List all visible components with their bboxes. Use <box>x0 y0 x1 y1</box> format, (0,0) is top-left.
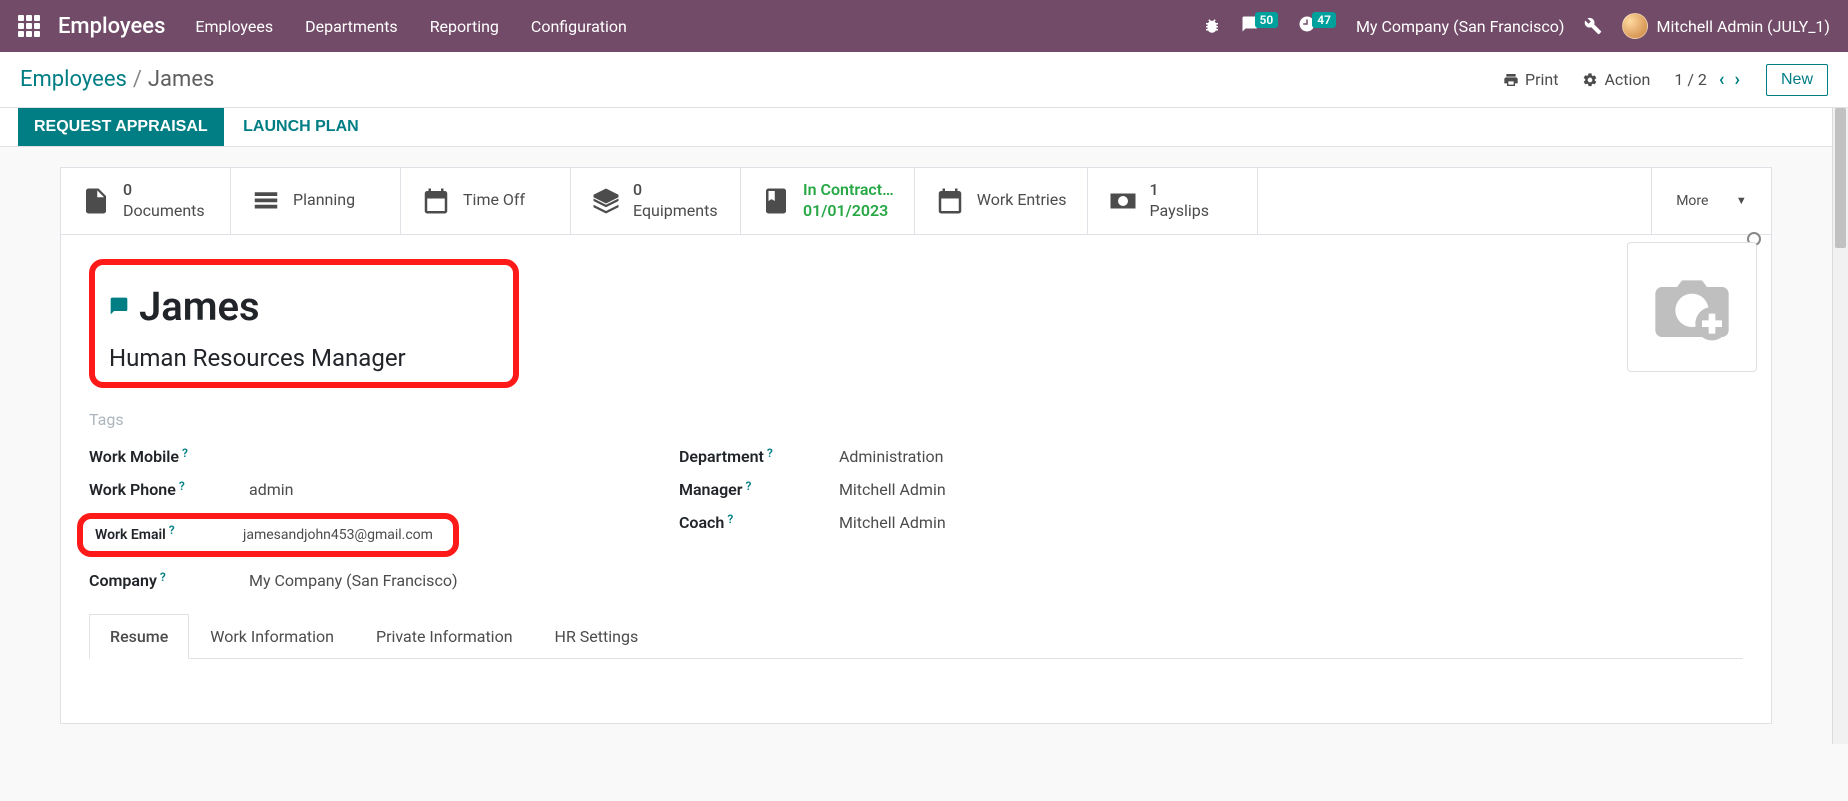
print-button[interactable]: Print <box>1503 70 1558 89</box>
vertical-scrollbar[interactable] <box>1832 108 1848 744</box>
field-coach[interactable]: Mitchell Admin <box>839 513 946 532</box>
pager-value[interactable]: 1 / 2 <box>1674 70 1707 89</box>
help-icon[interactable]: ? <box>169 523 175 537</box>
action-button[interactable]: Action <box>1582 70 1650 89</box>
stat-payslips[interactable]: 1Payslips <box>1088 168 1258 234</box>
label-company: Company <box>89 571 157 590</box>
menu-configuration[interactable]: Configuration <box>531 17 627 36</box>
stat-buttons: 0Documents Planning Time Off 0Equipments… <box>61 168 1771 235</box>
status-bar: REQUEST APPRAISAL LAUNCH PLAN <box>0 108 1832 147</box>
label-department: Department <box>679 447 764 466</box>
tools-icon[interactable] <box>1584 17 1602 35</box>
messages-button[interactable]: 50 <box>1241 15 1279 37</box>
form-tabs: Resume Work Information Private Informat… <box>89 614 1743 659</box>
help-icon[interactable]: ? <box>746 479 752 493</box>
label-work-mobile: Work Mobile <box>89 447 179 466</box>
new-button[interactable]: New <box>1766 64 1828 96</box>
pager-next[interactable]: › <box>1733 69 1742 90</box>
activities-count: 47 <box>1312 12 1336 28</box>
field-work-email[interactable]: jamesandjohn453@gmail.com <box>243 527 433 543</box>
label-work-email: Work Email <box>95 527 166 543</box>
chat-icon[interactable] <box>109 296 129 316</box>
job-title[interactable]: Human Resources Manager <box>109 344 493 372</box>
tab-resume[interactable]: Resume <box>89 614 189 659</box>
tab-private-information[interactable]: Private Information <box>355 614 534 658</box>
label-coach: Coach <box>679 513 724 532</box>
field-department[interactable]: Administration <box>839 447 944 466</box>
company-switcher[interactable]: My Company (San Francisco) <box>1356 17 1565 36</box>
breadcrumb: Employees/James <box>20 67 214 92</box>
pager-prev[interactable]: ‹ <box>1717 69 1727 90</box>
scrollbar-thumb[interactable] <box>1835 108 1846 248</box>
stat-work-entries[interactable]: Work Entries <box>915 168 1088 234</box>
label-work-phone: Work Phone <box>89 480 176 499</box>
stat-documents[interactable]: 0Documents <box>61 168 231 234</box>
field-manager[interactable]: Mitchell Admin <box>839 480 946 499</box>
stat-more[interactable]: More ▼ <box>1651 168 1771 234</box>
launch-plan-button[interactable]: LAUNCH PLAN <box>227 108 375 146</box>
control-panel: Employees/James Print Action 1 / 2 ‹ › Ne… <box>0 52 1848 108</box>
request-appraisal-button[interactable]: REQUEST APPRAISAL <box>18 108 224 146</box>
app-brand[interactable]: Employees <box>58 14 165 39</box>
help-icon[interactable]: ? <box>179 479 185 493</box>
tab-hr-settings[interactable]: HR Settings <box>534 614 660 658</box>
activities-button[interactable]: 47 <box>1298 15 1336 37</box>
employee-photo[interactable] <box>1627 242 1757 372</box>
menu-departments[interactable]: Departments <box>305 17 398 36</box>
highlight-name-title: James Human Resources Manager <box>89 259 519 388</box>
help-icon[interactable]: ? <box>160 570 166 584</box>
form-sheet: 0Documents Planning Time Off 0Equipments… <box>60 167 1772 724</box>
main-menu: Employees Departments Reporting Configur… <box>195 17 626 36</box>
label-manager: Manager <box>679 480 743 499</box>
stat-planning[interactable]: Planning <box>231 168 401 234</box>
messages-count: 50 <box>1255 12 1279 28</box>
employee-name[interactable]: James <box>139 283 260 330</box>
breadcrumb-current: James <box>148 67 214 92</box>
field-company[interactable]: My Company (San Francisco) <box>249 571 458 590</box>
breadcrumb-root[interactable]: Employees <box>20 67 127 92</box>
tags-input[interactable]: Tags <box>89 410 1743 429</box>
top-navbar: Employees Employees Departments Reportin… <box>0 0 1848 52</box>
apps-icon[interactable] <box>18 15 40 37</box>
stat-contract[interactable]: In Contract…01/01/2023 <box>741 168 915 234</box>
stat-equipments[interactable]: 0Equipments <box>571 168 741 234</box>
highlight-work-email: Work Email? jamesandjohn453@gmail.com <box>77 513 459 557</box>
pager: 1 / 2 ‹ › <box>1674 69 1742 90</box>
help-icon[interactable]: ? <box>182 446 188 460</box>
tab-work-information[interactable]: Work Information <box>189 614 355 658</box>
menu-employees[interactable]: Employees <box>195 17 273 36</box>
help-icon[interactable]: ? <box>767 446 773 460</box>
stat-timeoff[interactable]: Time Off <box>401 168 571 234</box>
help-icon[interactable]: ? <box>727 512 733 526</box>
debug-icon[interactable] <box>1203 17 1221 35</box>
avatar <box>1622 13 1648 39</box>
field-work-phone[interactable]: admin <box>249 480 293 499</box>
menu-reporting[interactable]: Reporting <box>430 17 499 36</box>
user-menu[interactable]: Mitchell Admin (JULY_1) <box>1622 13 1830 39</box>
username: Mitchell Admin (JULY_1) <box>1656 17 1830 36</box>
